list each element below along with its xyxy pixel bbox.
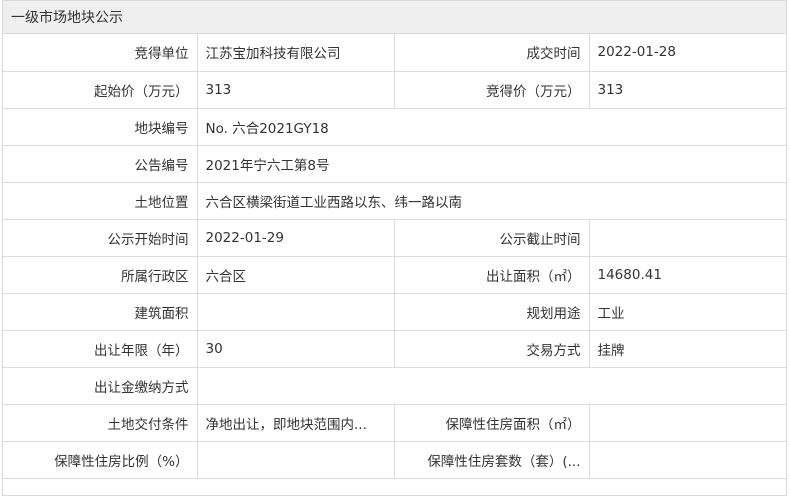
housing-units-value [588,440,786,479]
table-row: 公告编号 2021年宁六工第8号 [3,144,786,183]
location-value: 六合区横梁街道工业西路以东、纬一路以南 [196,181,786,220]
pub-end-label: 公示截止时间 [393,218,590,257]
bidder-value: 江苏宝加科技有限公司 [196,34,395,72]
land-notice-panel: 一级市场地块公示 竞得单位 江苏宝加科技有限公司 成交时间 2022-01-28… [2,0,787,496]
trade-mode-label: 交易方式 [393,329,590,368]
panel-title: 一级市场地块公示 [3,1,786,34]
area-value: 14680.41 [588,255,786,294]
payment-value [196,366,786,405]
deal-time-label: 成交时间 [393,34,590,72]
housing-area-value [588,403,786,442]
win-price-label: 竞得价（万元） [393,70,590,109]
start-price-value: 313 [196,70,395,109]
term-value: 30 [196,329,395,368]
pub-start-label: 公示开始时间 [3,218,198,257]
parcel-no-label: 地块编号 [3,107,198,146]
table-row: 地块编号 No. 六合2021GY18 [3,107,786,146]
bidder-label: 竞得单位 [3,34,198,72]
housing-units-label: 保障性住房套数（套）(... [393,440,590,479]
notice-no-label: 公告编号 [3,144,198,183]
deal-time-value: 2022-01-28 [588,34,786,72]
notice-no-value: 2021年宁六工第8号 [196,144,786,183]
usage-value: 工业 [588,292,786,331]
start-price-label: 起始价（万元） [3,70,198,109]
trade-mode-value: 挂牌 [588,329,786,368]
table-row: 土地位置 六合区横梁街道工业西路以东、纬一路以南 [3,181,786,220]
delivery-label: 土地交付条件 [3,403,198,442]
pub-start-value: 2022-01-29 [196,218,395,257]
table-row: 起始价（万元） 313 竞得价（万元） 313 [3,70,786,109]
table-row: 建筑面积 规划用途 工业 [3,292,786,331]
build-area-label: 建筑面积 [3,292,198,331]
term-label: 出让年限（年） [3,329,198,368]
land-info-table: 竞得单位 江苏宝加科技有限公司 成交时间 2022-01-28 起始价（万元） … [3,34,786,479]
area-label: 出让面积（㎡） [393,255,590,294]
district-label: 所属行政区 [3,255,198,294]
table-row: 出让金缴纳方式 [3,366,786,405]
delivery-value: 净地出让，即地块范围内... [196,403,395,442]
table-row: 保障性住房比例（%） 保障性住房套数（套）(... [3,440,786,479]
win-price-value: 313 [588,70,786,109]
build-area-value [196,292,395,331]
district-value: 六合区 [196,255,395,294]
table-row: 公示开始时间 2022-01-29 公示截止时间 [3,218,786,257]
table-row: 出让年限（年） 30 交易方式 挂牌 [3,329,786,368]
table-row: 竞得单位 江苏宝加科技有限公司 成交时间 2022-01-28 [3,34,786,72]
table-row: 所属行政区 六合区 出让面积（㎡） 14680.41 [3,255,786,294]
parcel-no-value: No. 六合2021GY18 [196,107,786,146]
pub-end-value [588,218,786,257]
table-row: 土地交付条件 净地出让，即地块范围内... 保障性住房面积（㎡） [3,403,786,442]
location-label: 土地位置 [3,181,198,220]
payment-label: 出让金缴纳方式 [3,366,198,405]
housing-ratio-value [196,440,395,479]
housing-area-label: 保障性住房面积（㎡） [393,403,590,442]
usage-label: 规划用途 [393,292,590,331]
housing-ratio-label: 保障性住房比例（%） [3,440,198,479]
